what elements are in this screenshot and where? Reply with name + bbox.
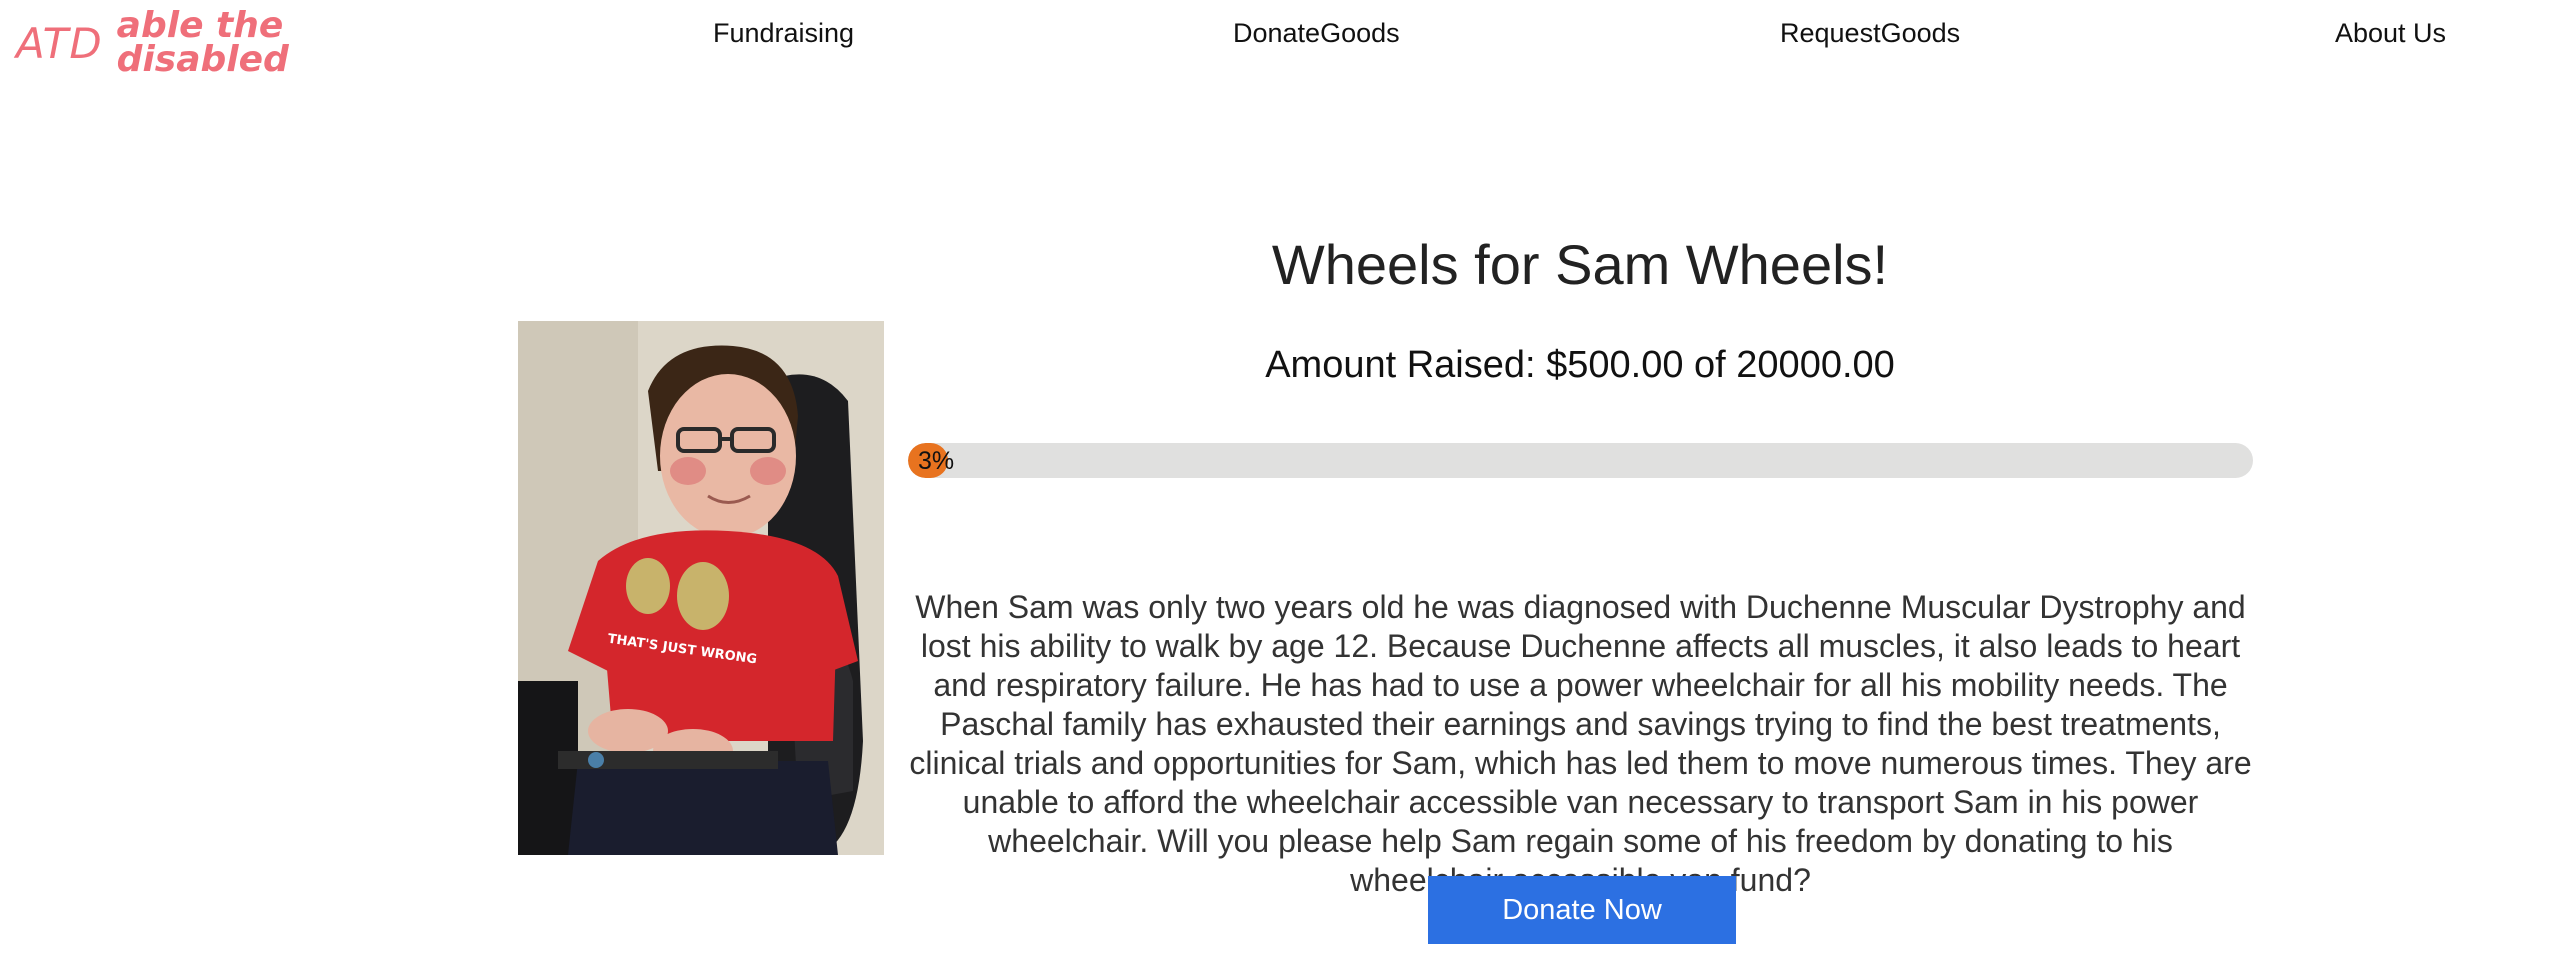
progress-bar: 3% [908,443,2253,478]
campaign-photo: THAT'S JUST WRONG [518,321,884,855]
nav-donate-goods[interactable]: DonateGoods [1233,18,1400,49]
nav-about-us[interactable]: About Us [2335,18,2446,49]
nav-fundraising[interactable]: Fundraising [713,18,854,49]
logo-line-1: able the [116,5,284,46]
logo-abbreviation: ATD [16,18,103,68]
logo-line-2: disabled [116,39,289,80]
campaign-description: When Sam was only two years old he was d… [909,589,2252,898]
campaign-title: Wheels for Sam Wheels! [1271,233,1889,296]
donate-now-button[interactable]: Donate Now [1428,876,1736,944]
logo-wordmark: able the disabled [116,5,289,80]
progress-label: 3% [918,447,955,475]
site-logo[interactable]: ATD able the disabled [16,8,289,78]
site-header: ATD able the disabled Fundraising Donate… [0,0,2566,80]
amount-raised: Amount Raised: $500.00 of 20000.00 [1265,344,1895,386]
nav-request-goods[interactable]: RequestGoods [1780,18,1960,49]
